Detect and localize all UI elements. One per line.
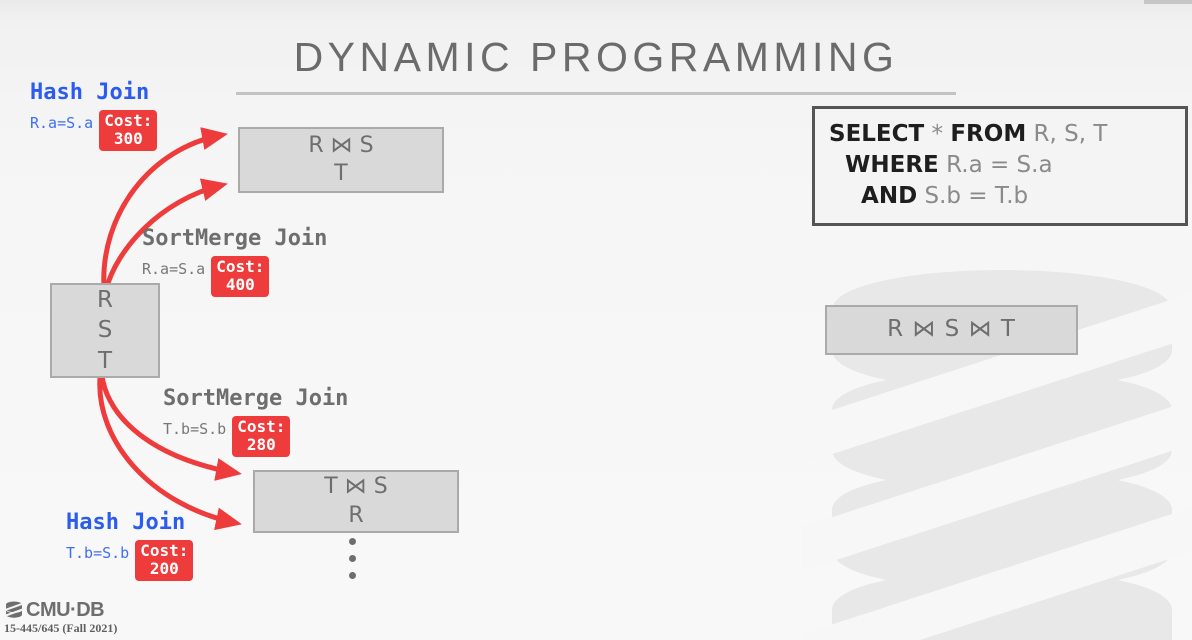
plan-box-ts-r[interactable]: T ⋈ S R [253, 470, 459, 533]
cost-badge-label: Cost: [237, 417, 286, 436]
source-relation-r: R [97, 286, 113, 313]
annotation-predicate: T.b=S.b [66, 544, 130, 562]
database-icon [4, 601, 24, 618]
cost-badge-label: Cost: [104, 111, 153, 130]
plan-rs-t-line2: T [334, 161, 348, 186]
title-divider [236, 92, 956, 95]
sql-keyword-and: AND [829, 183, 918, 210]
annotation-algorithm-label: Hash Join [30, 80, 150, 105]
plan-rs-t-line1: R ⋈ S [308, 132, 374, 158]
brand-name: CMU·DB [26, 599, 105, 621]
cost-badge-label: Cost: [216, 257, 265, 276]
result-box-label: R ⋈ S ⋈ T [887, 316, 1016, 343]
cost-badge-value: 300 [113, 128, 143, 148]
annotation-algorithm-label: Hash Join [66, 510, 186, 535]
cost-badge-value: 400 [225, 274, 255, 294]
source-relations-box[interactable]: R S T [50, 283, 160, 378]
annotation-sortmerge-join-ra-sa: SortMerge Join R.a=S.a Cost: 400 [142, 228, 327, 297]
cost-badge-label: Cost: [140, 541, 189, 560]
plan-box-rs-t[interactable]: R ⋈ S T [238, 127, 444, 193]
slide-title: DYNAMIC PROGRAMMING [293, 34, 899, 80]
sql-star: * [924, 121, 951, 147]
cost-badge-value: 280 [246, 434, 276, 454]
cost-badge: Cost: 280 [232, 416, 291, 457]
sql-keyword-select: SELECT [829, 121, 925, 147]
cost-badge: Cost: 200 [135, 540, 194, 581]
sql-and-predicate: S.b = T.b [917, 183, 1029, 210]
more-plans-ellipsis-icon [345, 538, 359, 579]
source-relation-s: S [97, 317, 113, 344]
footer: CMU·DB 15-445/645 (Fall 2021) [4, 600, 264, 634]
annotation-hash-join-ra-sa: Hash Join R.a=S.a Cost: 300 [30, 80, 158, 151]
cost-badge-value: 200 [149, 558, 179, 578]
course-label: 15-445/645 (Fall 2021) [4, 621, 118, 635]
cost-badge: Cost: 300 [99, 110, 158, 151]
top-edge-bar [1144, 0, 1192, 4]
annotation-predicate: T.b=S.b [163, 420, 227, 438]
annotation-predicate: R.a=S.a [30, 114, 94, 132]
sql-where-predicate: R.a = S.a [938, 152, 1053, 179]
plan-ts-r-line2: R [348, 502, 364, 528]
annotation-hash-join-tb-sb: Hash Join T.b=S.b Cost: 200 [66, 510, 194, 581]
annotation-algorithm-label: SortMerge Join [142, 226, 328, 251]
sql-query-box[interactable]: SELECT * FROM R, S, T WHERE R.a = S.a AN… [812, 106, 1188, 226]
result-box-rst-join[interactable]: R ⋈ S ⋈ T [825, 305, 1078, 355]
annotation-predicate: R.a=S.a [142, 260, 206, 278]
cost-badge: Cost: 400 [211, 256, 270, 297]
sql-from-tables: R, S, T [1026, 121, 1108, 147]
annotation-algorithm-label: SortMerge Join [163, 386, 349, 411]
sql-keyword-where: WHERE [829, 152, 939, 179]
annotation-sortmerge-join-tb-sb: SortMerge Join T.b=S.b Cost: 280 [163, 388, 348, 457]
cmu-db-logo: CMU·DB [4, 600, 264, 620]
source-relation-t: T [97, 347, 113, 374]
slide-canvas: DYNAMIC PROGRAMMING R S T R ⋈ S T T ⋈ S … [0, 0, 1192, 640]
plan-ts-r-line1: T ⋈ S [324, 474, 388, 500]
sql-keyword-from: FROM [950, 121, 1027, 147]
